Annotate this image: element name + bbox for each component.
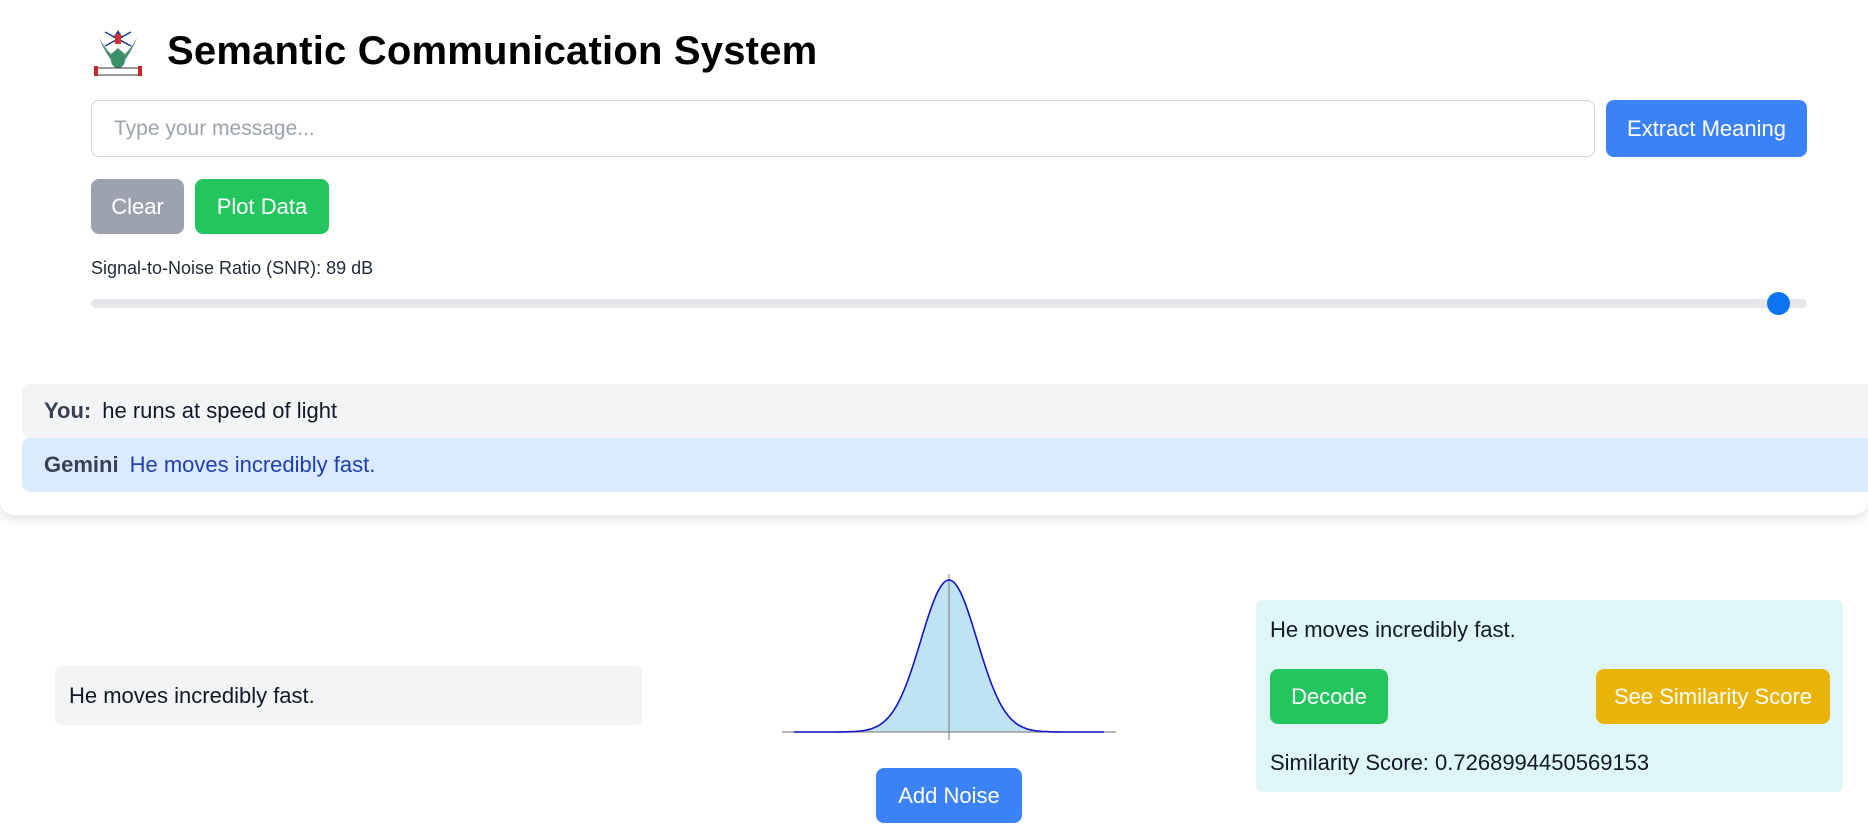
emblem-logo-icon: [91, 24, 145, 78]
header: Semantic Communication System: [91, 24, 817, 78]
chat-message-text: He moves incredibly fast.: [129, 452, 376, 477]
chat-sender-label: Gemini: [44, 452, 119, 477]
chat-sender-label: You:: [44, 398, 92, 423]
transmitted-text-box: He moves incredibly fast.: [55, 666, 642, 725]
chat-message-gemini: Gemini He moves incredibly fast.: [22, 438, 1868, 492]
top-panel: Semantic Communication System Extract Me…: [0, 0, 1868, 515]
clear-button[interactable]: Clear: [91, 179, 184, 234]
see-similarity-score-button[interactable]: See Similarity Score: [1596, 669, 1830, 724]
similarity-score-text: Similarity Score: 0.7268994450569153: [1270, 750, 1650, 775]
snr-label: Signal-to-Noise Ratio (SNR): 89 dB: [91, 258, 374, 278]
decode-button[interactable]: Decode: [1270, 669, 1388, 724]
message-input[interactable]: [91, 100, 1595, 157]
snr-slider[interactable]: [91, 292, 1807, 315]
snr-slider-thumb[interactable]: [1766, 292, 1790, 315]
noise-distribution-plot: [782, 574, 1116, 740]
page-title: Semantic Communication System: [167, 28, 818, 73]
plot-data-button[interactable]: Plot Data: [195, 179, 329, 234]
decoded-text: He moves incredibly fast.: [1270, 617, 1516, 642]
chat-message-user: You: he runs at speed of light: [22, 384, 1868, 438]
decoded-panel: He moves incredibly fast. Decode See Sim…: [1256, 600, 1843, 792]
add-noise-button[interactable]: Add Noise: [876, 768, 1022, 823]
extract-meaning-button[interactable]: Extract Meaning: [1606, 100, 1807, 157]
chat-message-text: he runs at speed of light: [102, 398, 338, 423]
